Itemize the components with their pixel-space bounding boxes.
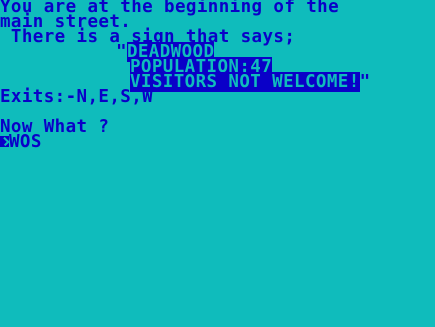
sign-row-3: VISITORS NOT WELCOME!" bbox=[130, 72, 371, 92]
sign-close-quote: " bbox=[359, 72, 371, 92]
sign-warning: VISITORS NOT WELCOME! bbox=[130, 72, 360, 92]
caret-icon bbox=[0, 135, 9, 147]
game-screen: You are at the beginning of the main str… bbox=[0, 0, 435, 327]
exits-line: Exits:-N,E,S,W bbox=[0, 87, 154, 107]
command-line[interactable]: WOS bbox=[0, 132, 42, 152]
command-input[interactable]: WOS bbox=[9, 132, 42, 152]
sign-open-quote: " bbox=[116, 42, 127, 62]
